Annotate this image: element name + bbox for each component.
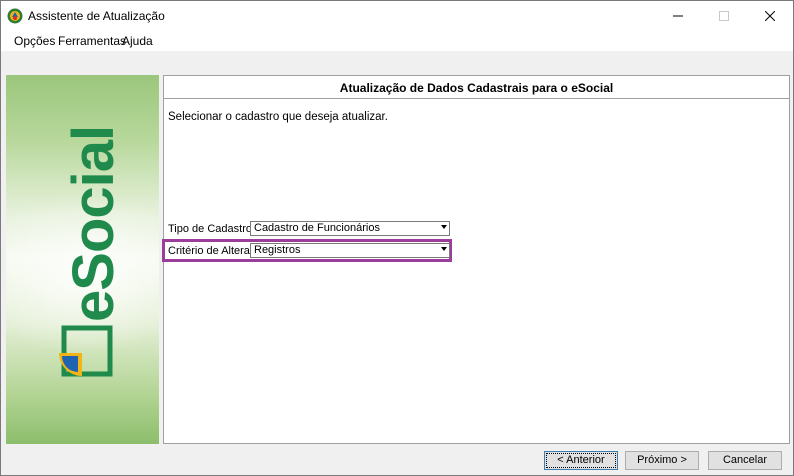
title-bar: Assistente de Atualização xyxy=(1,1,793,31)
back-button[interactable]: < Anterior xyxy=(544,451,618,470)
button-bar: < Anterior Próximo > Cancelar xyxy=(1,447,793,475)
close-icon xyxy=(765,11,775,21)
tipo-cadastro-value: Cadastro de Funcionários xyxy=(254,222,380,234)
close-button[interactable] xyxy=(747,1,793,31)
app-icon xyxy=(7,8,23,24)
maximize-icon xyxy=(719,11,729,21)
minimize-icon xyxy=(673,15,683,17)
maximize-button[interactable] xyxy=(701,1,747,31)
chevron-down-icon xyxy=(441,247,447,251)
content-panel: Atualização de Dados Cadastrais para o e… xyxy=(162,75,790,444)
tipo-cadastro-select[interactable]: Cadastro de Funcionários xyxy=(250,221,450,236)
menu-ajuda[interactable]: Ajuda xyxy=(122,34,153,48)
criterio-select[interactable]: Registros xyxy=(250,243,450,258)
criterio-value: Registros xyxy=(254,244,301,256)
tipo-cadastro-label: Tipo de Cadastro: xyxy=(168,223,256,235)
menu-bar: Opções Ferramentas Ajuda xyxy=(1,31,793,51)
next-button[interactable]: Próximo > xyxy=(625,451,699,470)
side-banner: eSocial xyxy=(6,75,159,444)
minimize-button[interactable] xyxy=(655,1,701,31)
window-title: Assistente de Atualização xyxy=(28,9,165,23)
menu-opcoes[interactable]: Opções xyxy=(14,34,55,48)
esocial-logo: eSocial xyxy=(59,126,126,377)
title-divider xyxy=(164,98,789,99)
toolbar-area xyxy=(1,51,793,73)
cancel-button[interactable]: Cancelar xyxy=(708,451,782,470)
chevron-down-icon xyxy=(441,225,447,229)
instruction-text: Selecionar o cadastro que deseja atualiz… xyxy=(168,111,388,123)
page-title: Atualização de Dados Cadastrais para o e… xyxy=(339,81,614,95)
wizard-window: Assistente de Atualização Opções Ferrame… xyxy=(0,0,794,476)
logo-text: eSocial xyxy=(61,126,126,322)
menu-ferramentas[interactable]: Ferramentas xyxy=(58,34,126,48)
